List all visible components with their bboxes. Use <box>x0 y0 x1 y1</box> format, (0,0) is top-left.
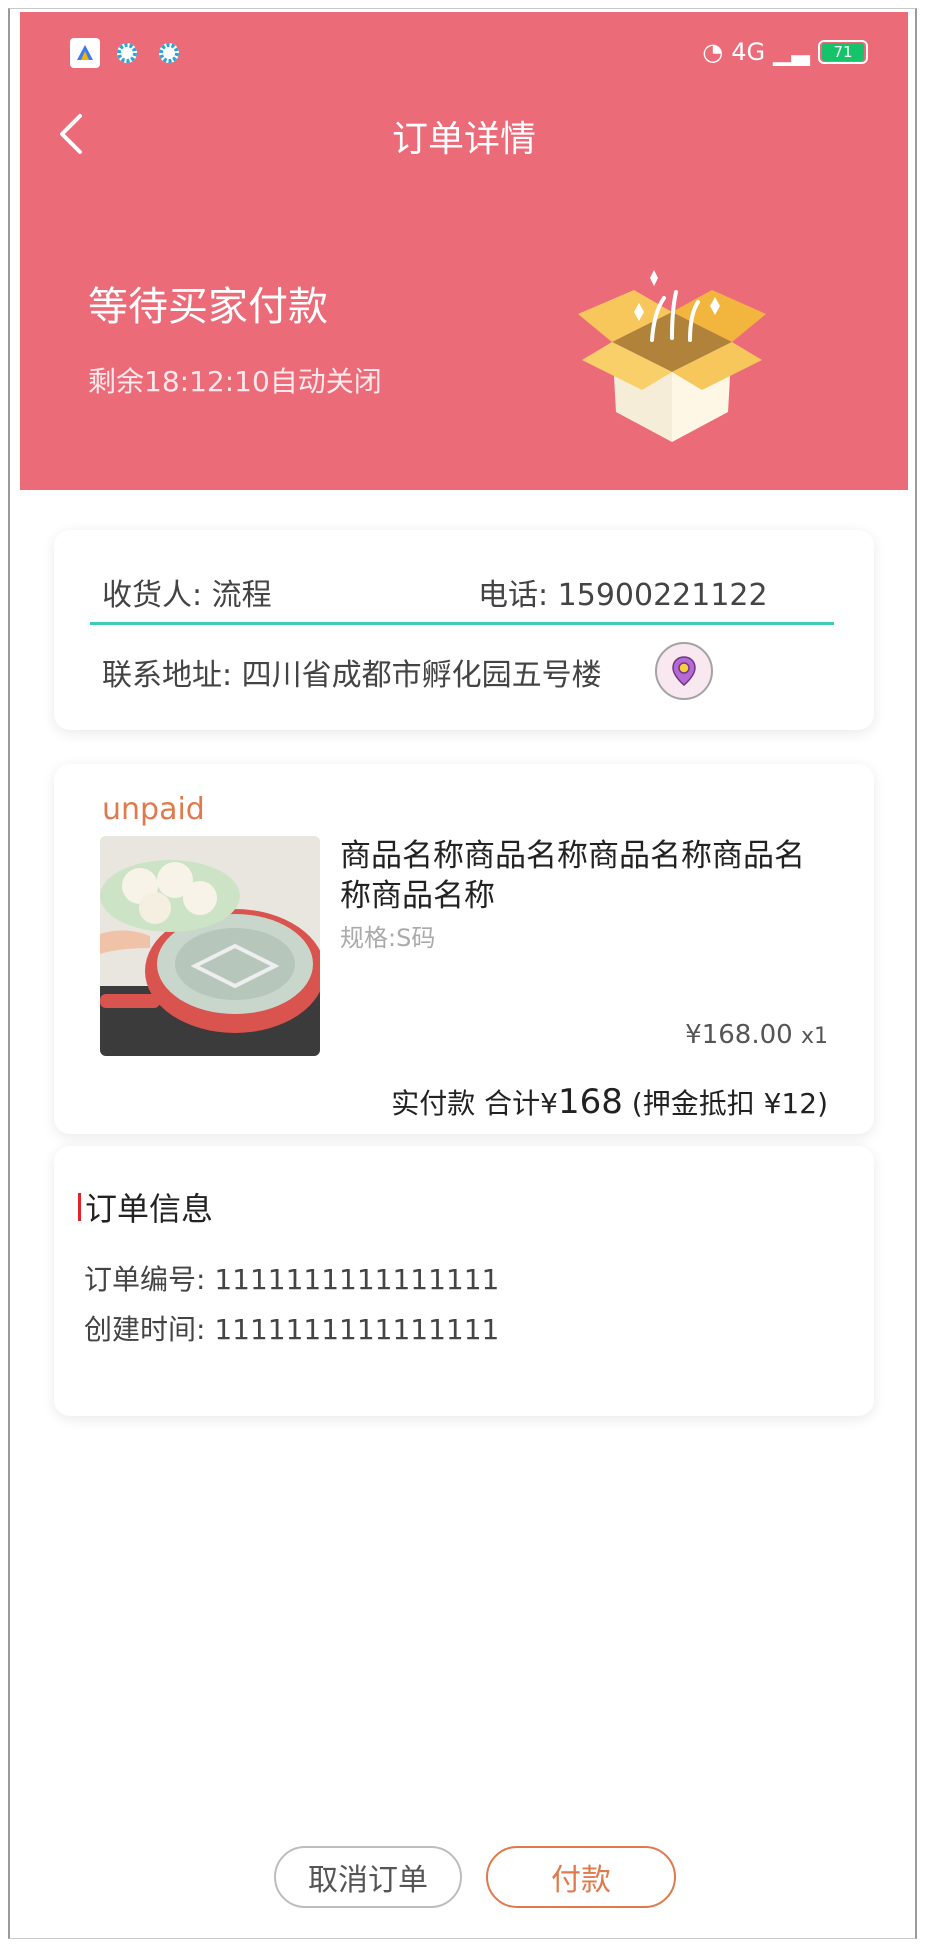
order-info-heading: 订单信息 <box>78 1184 213 1230</box>
product-spec: 规格:S码 <box>340 924 436 952</box>
status-bar-notifications <box>70 38 184 68</box>
sync-notification-icon <box>112 38 142 68</box>
receiver-name: 收货人: 流程 <box>102 578 272 613</box>
battery-icon: 71 <box>818 40 868 64</box>
location-button[interactable] <box>655 642 713 700</box>
app-notification-icon <box>70 38 100 68</box>
order-create-time: 创建时间: 1111111111111111 <box>84 1313 500 1346</box>
status-bar-system: ◔ 4G ▁▃ 71 <box>702 38 868 66</box>
total-prefix: 实付款 合计¥ <box>391 1087 558 1120</box>
product-price: ¥168.00 <box>685 1020 793 1050</box>
page-title: 订单详情 <box>391 119 536 160</box>
receiver-phone: 电话: 15900221122 <box>478 578 768 613</box>
pay-button[interactable]: 付款 <box>486 1846 676 1908</box>
network-type: 4G <box>731 38 766 66</box>
product-name: 商品名称商品名称商品名称商品名称商品名称 <box>340 838 805 914</box>
product-quantity: x1 <box>800 1024 828 1049</box>
order-info-title: 订单信息 <box>85 1190 214 1228</box>
payment-status: unpaid <box>102 792 205 827</box>
map-pin-icon <box>672 656 696 686</box>
app-screen: ◔ 4G ▁▃ 71 订单详情 等待买家付款 剩余18:12:10自动关闭 收货… <box>20 12 908 1934</box>
order-status-text: 等待买家付款 <box>88 284 328 330</box>
order-info-card: 订单信息 订单编号: 1111111111111111 创建时间: 111111… <box>54 1146 874 1416</box>
cancel-order-button[interactable]: 取消订单 <box>274 1846 462 1908</box>
product-card: unpaid 商品名称商品名称商品名称商品名称商品名称 规格:S码 ¥168.0 <box>54 764 874 1134</box>
shipping-address: 联系地址: 四川省成都市孵化园五号楼 <box>102 658 602 693</box>
total-amount: 168 <box>557 1082 623 1122</box>
sync-notification-icon <box>154 38 184 68</box>
shipping-address-card: 收货人: 流程 电话: 15900221122 联系地址: 四川省成都市孵化园五… <box>54 530 874 730</box>
auto-close-countdown: 剩余18:12:10自动关闭 <box>88 365 382 398</box>
order-number: 订单编号: 1111111111111111 <box>84 1263 500 1296</box>
order-total: 实付款 合计¥168 (押金抵扣 ¥12) <box>391 1082 828 1122</box>
gift-box-illustration <box>578 270 766 442</box>
signal-bars-icon: ▁▃ <box>773 38 810 66</box>
product-image[interactable] <box>100 836 320 1056</box>
divider <box>90 622 834 625</box>
order-header: ◔ 4G ▁▃ 71 订单详情 等待买家付款 剩余18:12:10自动关闭 <box>20 12 908 490</box>
product-price-row: ¥168.00 x1 <box>685 1020 828 1050</box>
battery-level: 71 <box>822 43 864 61</box>
signal-icon: ◔ <box>702 38 724 66</box>
accent-bar <box>78 1193 81 1221</box>
deposit-note: (押金抵扣 ¥12) <box>631 1087 828 1120</box>
